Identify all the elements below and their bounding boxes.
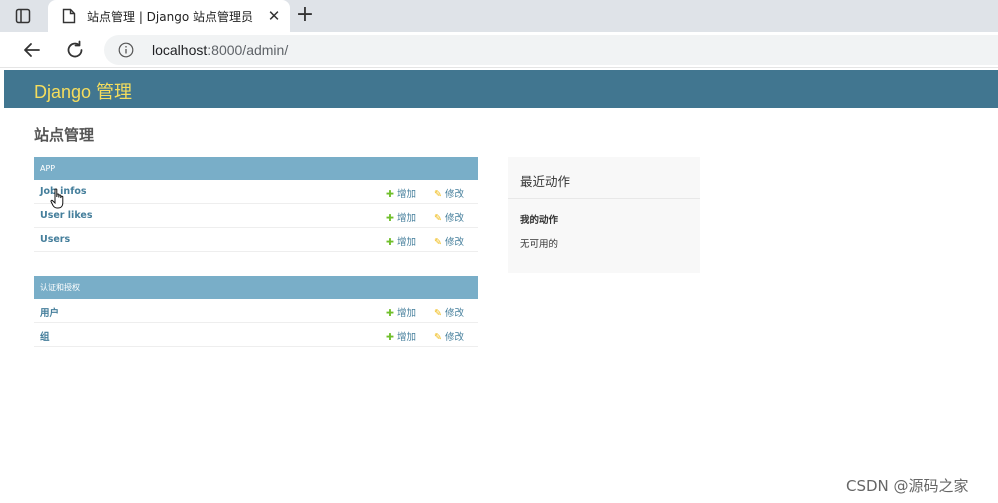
model-row: Users ✚ 增加 ✎ 修改 xyxy=(34,228,478,252)
add-label: 增加 xyxy=(396,213,416,224)
no-actions-text: 无可用的 xyxy=(520,239,559,250)
pencil-icon: ✎ xyxy=(434,308,442,319)
model-row: 组 ✚ 增加 ✎ 修改 xyxy=(34,323,478,347)
model-link-users[interactable]: Users xyxy=(40,234,70,245)
back-arrow-icon[interactable] xyxy=(20,38,44,62)
site-info-icon[interactable] xyxy=(118,42,134,58)
add-label: 增加 xyxy=(396,189,416,200)
module-caption-auth[interactable]: 认证和授权 xyxy=(34,276,478,299)
url-field[interactable]: localhost:8000/admin/ xyxy=(104,35,998,65)
url-text: localhost:8000/admin/ xyxy=(152,42,288,58)
page-title: 站点管理 xyxy=(34,126,95,144)
change-label: 修改 xyxy=(444,308,464,319)
divider xyxy=(508,198,700,199)
change-link[interactable]: ✎ 修改 xyxy=(434,210,464,224)
model-link-user-likes[interactable]: User likes xyxy=(40,210,92,221)
change-link[interactable]: ✎ 修改 xyxy=(434,329,464,343)
pencil-icon: ✎ xyxy=(434,332,442,343)
model-row: Job infos ✚ 增加 ✎ 修改 xyxy=(34,180,478,204)
auth-module: 认证和授权 用户 ✚ 增加 ✎ 修改 组 ✚ 增加 ✎ 修改 xyxy=(34,276,478,347)
pencil-icon: ✎ xyxy=(434,237,442,248)
url-path: :8000/admin/ xyxy=(207,42,289,58)
tab-actions-icon[interactable] xyxy=(14,7,32,25)
change-link[interactable]: ✎ 修改 xyxy=(434,186,464,200)
browser-tab-bar: 站点管理 | Django 站点管理员 ✕ + xyxy=(0,0,998,32)
plus-icon: ✚ xyxy=(386,189,394,200)
browser-tab-active[interactable]: 站点管理 | Django 站点管理员 ✕ xyxy=(48,0,290,32)
add-link[interactable]: ✚ 增加 xyxy=(386,234,416,248)
change-label: 修改 xyxy=(444,332,464,343)
close-tab-icon[interactable]: ✕ xyxy=(265,7,283,25)
add-link[interactable]: ✚ 增加 xyxy=(386,186,416,200)
model-row: User likes ✚ 增加 ✎ 修改 xyxy=(34,204,478,228)
model-row: 用户 ✚ 增加 ✎ 修改 xyxy=(34,299,478,323)
add-link[interactable]: ✚ 增加 xyxy=(386,305,416,319)
model-link-users-cn[interactable]: 用户 xyxy=(40,305,59,319)
add-link[interactable]: ✚ 增加 xyxy=(386,329,416,343)
model-link-groups-cn[interactable]: 组 xyxy=(40,329,50,343)
page-icon xyxy=(62,8,76,24)
module-caption-app[interactable]: APP xyxy=(34,157,478,180)
admin-header: Django 管理 xyxy=(4,70,998,108)
plus-icon: ✚ xyxy=(386,308,394,319)
change-link[interactable]: ✎ 修改 xyxy=(434,234,464,248)
reload-icon[interactable] xyxy=(63,38,87,62)
url-host: localhost xyxy=(152,42,208,58)
change-label: 修改 xyxy=(444,213,464,224)
watermark: CSDN @源码之家 xyxy=(846,477,969,495)
change-label: 修改 xyxy=(444,189,464,200)
change-link[interactable]: ✎ 修改 xyxy=(434,305,464,319)
plus-icon: ✚ xyxy=(386,332,394,343)
browser-address-bar: localhost:8000/admin/ xyxy=(0,32,998,68)
add-link[interactable]: ✚ 增加 xyxy=(386,210,416,224)
my-actions-heading: 我的动作 xyxy=(520,215,559,226)
pencil-icon: ✎ xyxy=(434,213,442,224)
pencil-icon: ✎ xyxy=(434,189,442,200)
plus-icon: ✚ xyxy=(386,213,394,224)
add-label: 增加 xyxy=(396,332,416,343)
tab-title: 站点管理 | Django 站点管理员 xyxy=(87,10,253,24)
add-label: 增加 xyxy=(396,237,416,248)
site-brand-link[interactable]: Django 管理 xyxy=(34,78,132,104)
change-label: 修改 xyxy=(444,237,464,248)
recent-actions-title: 最近动作 xyxy=(520,174,571,189)
new-tab-button[interactable]: + xyxy=(293,4,317,28)
add-label: 增加 xyxy=(396,308,416,319)
app-module: APP Job infos ✚ 增加 ✎ 修改 User likes ✚ 增加 ✎ 修改… xyxy=(34,157,478,252)
recent-actions-panel: 最近动作 我的动作 无可用的 xyxy=(508,157,700,273)
hand-cursor-icon xyxy=(50,188,66,210)
plus-icon: ✚ xyxy=(386,237,394,248)
